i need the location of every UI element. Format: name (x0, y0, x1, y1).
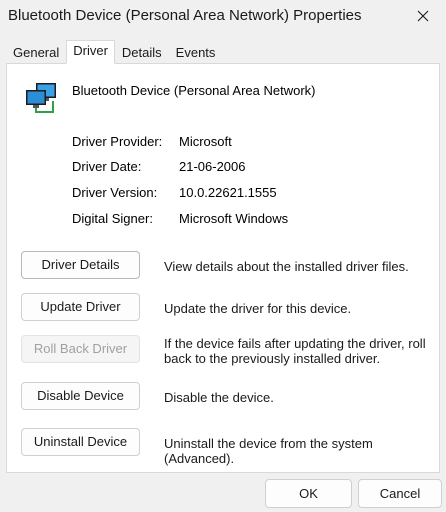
driver-date-label: Driver Date: (72, 159, 142, 174)
network-adapter-icon (26, 83, 56, 113)
close-button[interactable] (400, 0, 446, 32)
device-name: Bluetooth Device (Personal Area Network) (72, 83, 316, 98)
driver-tab-panel: Bluetooth Device (Personal Area Network)… (6, 63, 440, 473)
driver-date-value: 21-06-2006 (179, 159, 246, 174)
digital-signer-value: Microsoft Windows (179, 211, 289, 226)
uninstall-device-description: Uninstall the device from the system (Ad… (164, 436, 373, 466)
tab-general[interactable]: General (6, 42, 66, 63)
driver-details-button[interactable]: Driver Details (21, 251, 140, 279)
ok-button[interactable]: OK (265, 479, 352, 508)
window-title: Bluetooth Device (Personal Area Network)… (8, 7, 362, 24)
digital-signer-label: Digital Signer: (72, 211, 153, 226)
tab-events[interactable]: Events (169, 42, 223, 63)
disable-device-button[interactable]: Disable Device (21, 382, 140, 410)
roll-back-driver-button: Roll Back Driver (21, 335, 140, 363)
driver-version-label: Driver Version: (72, 185, 158, 200)
title-bar[interactable]: Bluetooth Device (Personal Area Network)… (0, 0, 446, 32)
cancel-button[interactable]: Cancel (358, 479, 442, 508)
update-driver-button[interactable]: Update Driver (21, 293, 140, 321)
uninstall-device-button[interactable]: Uninstall Device (21, 428, 140, 456)
tab-strip: General Driver Details Events (6, 40, 223, 64)
close-icon (417, 10, 429, 22)
update-driver-description: Update the driver for this device. (164, 301, 352, 316)
tab-driver[interactable]: Driver (66, 40, 115, 64)
driver-version-value: 10.0.22621.1555 (179, 185, 277, 200)
disable-device-description: Disable the device. (164, 390, 274, 405)
driver-provider-label: Driver Provider: (72, 134, 163, 149)
driver-provider-value: Microsoft (179, 134, 232, 149)
tab-details[interactable]: Details (115, 42, 169, 63)
properties-dialog: Bluetooth Device (Personal Area Network)… (0, 0, 446, 512)
driver-details-description: View details about the installed driver … (164, 259, 409, 274)
roll-back-driver-description: If the device fails after updating the d… (164, 336, 426, 366)
